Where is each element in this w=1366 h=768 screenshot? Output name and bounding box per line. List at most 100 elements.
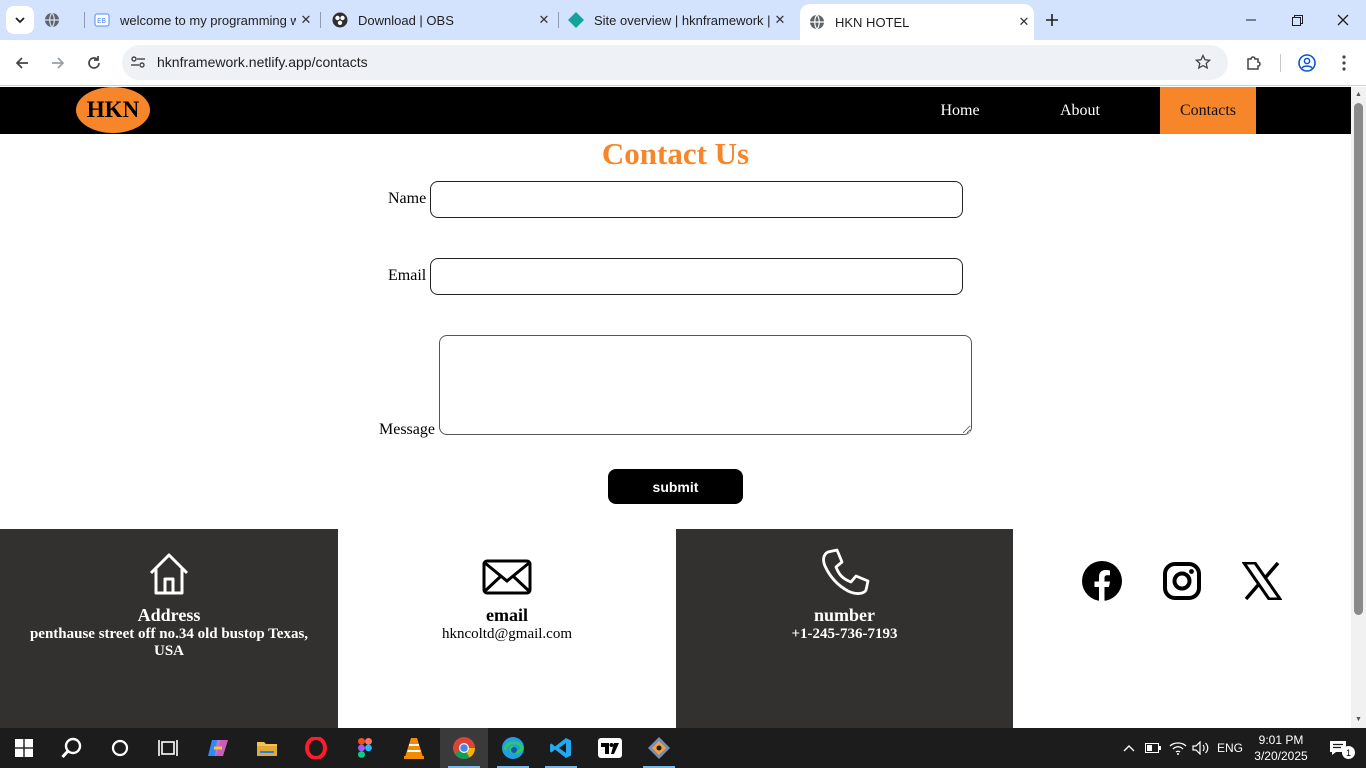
windows-logo-icon — [15, 739, 33, 757]
tab-title: Download | OBS — [358, 12, 454, 28]
facebook-icon[interactable] — [1081, 560, 1123, 602]
vscode-app[interactable] — [537, 728, 585, 768]
git-tool-app[interactable] — [635, 728, 683, 768]
close-icon[interactable]: ✕ — [534, 10, 554, 30]
site-logo[interactable]: HKN — [76, 87, 150, 133]
footer-address: Address penthause street off no.34 old b… — [0, 529, 338, 728]
instagram-icon[interactable] — [1161, 560, 1203, 602]
tab-pinned[interactable] — [44, 0, 76, 40]
extensions-button[interactable] — [1240, 49, 1268, 77]
tab-netlify[interactable]: Site overview | hknframework | N ✕ — [568, 0, 790, 40]
site-settings-icon[interactable] — [130, 54, 146, 75]
nav-about[interactable]: About — [1038, 87, 1122, 134]
language-indicator[interactable]: ENG — [1214, 728, 1246, 768]
vscode-icon — [550, 738, 571, 758]
name-input[interactable] — [430, 181, 963, 218]
taskbar-clock[interactable]: 9:01 PM 3/20/2025 — [1248, 732, 1314, 764]
kebab-menu-icon — [1342, 55, 1346, 71]
new-tab-button[interactable] — [1038, 6, 1066, 34]
email-input[interactable] — [430, 258, 963, 295]
url-text[interactable]: hknframework.netlify.app/contacts — [157, 54, 368, 70]
task-view-button[interactable] — [144, 728, 192, 768]
toolbar-divider — [1280, 54, 1281, 72]
browser-toolbar: hknframework.netlify.app/contacts — [0, 40, 1366, 86]
tab-search-button[interactable] — [6, 6, 34, 34]
page-scrollbar[interactable]: ▲ ▼ — [1351, 87, 1366, 728]
browser-menu-button[interactable] — [1330, 49, 1358, 77]
close-icon[interactable]: ✕ — [770, 10, 790, 30]
bookmark-star-icon[interactable] — [1194, 53, 1212, 75]
tab-separator — [320, 12, 321, 28]
figma-app[interactable] — [341, 728, 389, 768]
close-icon[interactable]: ✕ — [1014, 12, 1034, 32]
clock-time: 9:01 PM — [1258, 733, 1304, 747]
minimize-button[interactable] — [1228, 0, 1274, 40]
nav-home[interactable]: Home — [918, 87, 1002, 134]
globe-icon — [809, 14, 825, 30]
tab-title: Site overview | hknframework | N — [594, 12, 770, 28]
arrow-right-icon — [52, 57, 65, 69]
start-button[interactable] — [0, 728, 48, 768]
scrollbar-thumb[interactable] — [1354, 103, 1363, 615]
chevron-down-icon — [15, 17, 25, 24]
number-value: +1-245-736-7193 — [791, 626, 898, 642]
obs-icon — [332, 12, 348, 28]
opera-icon — [305, 737, 327, 759]
tab-welcome[interactable]: EB welcome to my programming w ✕ — [94, 0, 316, 40]
wifi-icon[interactable] — [1166, 728, 1190, 768]
show-hidden-icons[interactable] — [1118, 728, 1140, 768]
arrow-left-icon — [15, 57, 28, 69]
opera-app[interactable] — [292, 728, 340, 768]
copilot-app[interactable] — [194, 728, 242, 768]
footer-number: number +1-245-736-7193 — [676, 529, 1013, 728]
task-view-icon — [158, 740, 178, 756]
edge-app[interactable] — [489, 728, 537, 768]
submit-button[interactable]: submit — [608, 469, 743, 504]
notification-center-button[interactable]: 1 — [1318, 728, 1358, 768]
reload-icon — [88, 56, 100, 69]
eb-page-icon: EB — [94, 12, 110, 28]
cortana-circle-icon — [111, 739, 129, 757]
clock-date: 3/20/2025 — [1254, 749, 1308, 763]
close-icon[interactable]: ✕ — [296, 10, 316, 30]
tab-separator — [558, 12, 559, 28]
forward-button[interactable] — [44, 49, 72, 77]
back-button[interactable] — [8, 49, 36, 77]
email-value[interactable]: hkncoltd@gmail.com — [358, 626, 656, 643]
copilot-icon — [208, 740, 228, 756]
message-textarea[interactable] — [439, 335, 972, 435]
file-explorer-app[interactable] — [243, 728, 291, 768]
scroll-down-icon[interactable]: ▼ — [1354, 715, 1363, 723]
restore-button[interactable] — [1274, 0, 1320, 40]
battery-icon[interactable] — [1142, 728, 1164, 768]
chrome-app[interactable] — [440, 728, 488, 768]
minimize-icon — [1246, 19, 1256, 21]
close-window-button[interactable] — [1320, 0, 1366, 40]
vlc-cone-icon — [404, 738, 424, 759]
edge-icon — [502, 737, 524, 759]
tab-title: HKN HOTEL — [835, 14, 910, 30]
address-bar[interactable]: hknframework.netlify.app/contacts — [122, 45, 1228, 80]
house-icon — [0, 551, 338, 599]
site-navbar: HKN Home About Contacts — [0, 87, 1351, 134]
x-icon[interactable] — [1241, 560, 1283, 602]
globe-icon — [44, 12, 60, 28]
address-value: penthause street off no.34 old bustop Te… — [29, 626, 309, 659]
page-title: Contact Us — [601, 136, 750, 171]
profile-button[interactable] — [1293, 49, 1321, 77]
tab-title: welcome to my programming w — [120, 12, 296, 28]
number-heading: number — [813, 605, 875, 625]
vlc-app[interactable] — [390, 728, 438, 768]
tradingview-app[interactable] — [586, 728, 634, 768]
search-button[interactable] — [48, 728, 96, 768]
notification-count: 1 — [1342, 746, 1355, 759]
scroll-up-icon[interactable]: ▲ — [1354, 90, 1363, 98]
tab-hkn-hotel[interactable]: HKN HOTEL ✕ — [800, 4, 1034, 40]
cortana-button[interactable] — [96, 728, 144, 768]
email-label: Email — [388, 267, 427, 284]
volume-icon[interactable] — [1190, 728, 1212, 768]
nav-contacts[interactable]: Contacts — [1160, 87, 1256, 134]
reload-button[interactable] — [80, 49, 108, 77]
diamond-tool-icon — [648, 737, 670, 759]
tab-obs[interactable]: Download | OBS ✕ — [332, 0, 554, 40]
